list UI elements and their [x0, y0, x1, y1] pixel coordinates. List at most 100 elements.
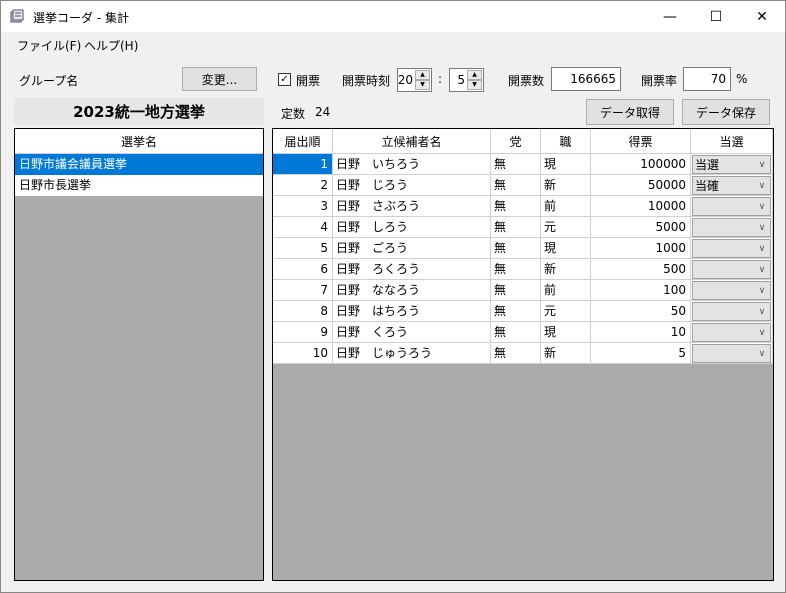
cell-party[interactable]: 無 [491, 196, 541, 217]
cell-votes[interactable]: 5000 [591, 217, 691, 238]
fetch-data-button[interactable]: データ取得 [586, 99, 674, 125]
cell-order[interactable]: 7 [273, 280, 333, 301]
title-bar[interactable]: 選挙コーダ - 集計 — ☐ ✕ [1, 1, 785, 32]
cell-party[interactable]: 無 [491, 322, 541, 343]
cell-party[interactable]: 無 [491, 175, 541, 196]
cell-candidate-name[interactable]: 日野 じろう [333, 175, 491, 196]
cell-party[interactable]: 無 [491, 238, 541, 259]
minute-spinner[interactable]: 5 ▲ ▼ [449, 68, 484, 92]
minute-spin-arrows[interactable]: ▲ ▼ [467, 70, 482, 90]
cell-candidate-name[interactable]: 日野 じゅうろう [333, 343, 491, 364]
menu-help[interactable]: ヘルプ(H) [84, 37, 138, 54]
cell-order[interactable]: 8 [273, 301, 333, 322]
cell-party[interactable]: 無 [491, 217, 541, 238]
count-input[interactable]: 166665 [551, 67, 621, 91]
cell-votes[interactable]: 10 [591, 322, 691, 343]
result-dropdown[interactable]: ∨ [692, 323, 771, 342]
result-dropdown[interactable]: ∨ [692, 344, 771, 363]
hour-spinner[interactable]: 20 ▲ ▼ [397, 68, 432, 92]
cell-party[interactable]: 無 [491, 280, 541, 301]
cell-votes[interactable]: 500 [591, 259, 691, 280]
kaihyo-checkbox[interactable]: ✓ [278, 73, 291, 86]
hour-spin-arrows[interactable]: ▲ ▼ [415, 70, 430, 90]
cell-votes[interactable]: 100000 [591, 154, 691, 175]
election-list-item[interactable]: 日野市議会議員選挙 [15, 154, 263, 175]
result-dropdown[interactable]: ∨ [692, 281, 771, 300]
cell-party[interactable]: 無 [491, 343, 541, 364]
spin-down-icon[interactable]: ▼ [467, 80, 482, 90]
save-data-button[interactable]: データ保存 [682, 99, 770, 125]
cell-status[interactable]: 新 [541, 343, 591, 364]
cell-candidate-name[interactable]: 日野 いちろう [333, 154, 491, 175]
cell-order[interactable]: 5 [273, 238, 333, 259]
cell-order[interactable]: 3 [273, 196, 333, 217]
col-header-name[interactable]: 立候補者名 [333, 129, 491, 154]
cell-status[interactable]: 現 [541, 238, 591, 259]
spin-down-icon[interactable]: ▼ [415, 80, 430, 90]
col-header-party[interactable]: 党 [491, 129, 541, 154]
cell-status[interactable]: 新 [541, 175, 591, 196]
close-button[interactable]: ✕ [739, 1, 785, 32]
cell-order[interactable]: 6 [273, 259, 333, 280]
col-header-order[interactable]: 届出順 [273, 129, 333, 154]
cell-status[interactable]: 新 [541, 259, 591, 280]
cell-party[interactable]: 無 [491, 259, 541, 280]
cell-status[interactable]: 現 [541, 154, 591, 175]
cell-order[interactable]: 1 [273, 154, 333, 175]
result-dropdown[interactable]: 当確 ∨ [692, 176, 771, 195]
chevron-down-icon[interactable]: ∨ [754, 240, 770, 258]
result-dropdown[interactable]: ∨ [692, 218, 771, 237]
election-list-header[interactable]: 選挙名 [15, 129, 263, 154]
chevron-down-icon[interactable]: ∨ [754, 219, 770, 237]
result-dropdown[interactable]: ∨ [692, 197, 771, 216]
col-header-status[interactable]: 職 [541, 129, 591, 154]
candidate-grid[interactable]: 届出順 立候補者名党職得票 当選 1 日野 いちろう無現 100000 当選 ∨ 2 日野 じろう… [272, 128, 774, 581]
cell-candidate-name[interactable]: 日野 くろう [333, 322, 491, 343]
chevron-down-icon[interactable]: ∨ [754, 177, 770, 195]
cell-status[interactable]: 元 [541, 217, 591, 238]
election-list[interactable]: 選挙名 日野市議会議員選挙 日野市長選挙 [14, 128, 264, 581]
cell-status[interactable]: 前 [541, 280, 591, 301]
spin-up-icon[interactable]: ▲ [467, 70, 482, 80]
change-button[interactable]: 変更... [182, 67, 257, 91]
chevron-down-icon[interactable]: ∨ [754, 261, 770, 279]
result-dropdown[interactable]: ∨ [692, 239, 771, 258]
cell-candidate-name[interactable]: 日野 ろくろう [333, 259, 491, 280]
cell-candidate-name[interactable]: 日野 しろう [333, 217, 491, 238]
cell-votes[interactable]: 1000 [591, 238, 691, 259]
col-header-result[interactable]: 当選 [691, 129, 773, 154]
chevron-down-icon[interactable]: ∨ [754, 324, 770, 342]
cell-order[interactable]: 9 [273, 322, 333, 343]
chevron-down-icon[interactable]: ∨ [754, 156, 770, 174]
result-dropdown[interactable]: 当選 ∨ [692, 155, 771, 174]
rate-input[interactable]: 70 [683, 67, 731, 91]
minimize-button[interactable]: — [647, 1, 693, 32]
col-header-votes[interactable]: 得票 [591, 129, 691, 154]
cell-order[interactable]: 4 [273, 217, 333, 238]
cell-votes[interactable]: 50 [591, 301, 691, 322]
cell-status[interactable]: 現 [541, 322, 591, 343]
chevron-down-icon[interactable]: ∨ [754, 303, 770, 321]
chevron-down-icon[interactable]: ∨ [754, 198, 770, 216]
cell-status[interactable]: 前 [541, 196, 591, 217]
result-dropdown[interactable]: ∨ [692, 260, 771, 279]
maximize-button[interactable]: ☐ [693, 1, 739, 32]
cell-votes[interactable]: 10000 [591, 196, 691, 217]
chevron-down-icon[interactable]: ∨ [754, 345, 770, 363]
cell-votes[interactable]: 5 [591, 343, 691, 364]
cell-order[interactable]: 10 [273, 343, 333, 364]
chevron-down-icon[interactable]: ∨ [754, 282, 770, 300]
cell-party[interactable]: 無 [491, 301, 541, 322]
cell-candidate-name[interactable]: 日野 ななろう [333, 280, 491, 301]
cell-votes[interactable]: 50000 [591, 175, 691, 196]
cell-candidate-name[interactable]: 日野 はちろう [333, 301, 491, 322]
cell-order[interactable]: 2 [273, 175, 333, 196]
cell-status[interactable]: 元 [541, 301, 591, 322]
cell-party[interactable]: 無 [491, 154, 541, 175]
menu-file[interactable]: ファイル(F) [17, 37, 81, 54]
result-dropdown[interactable]: ∨ [692, 302, 771, 321]
cell-candidate-name[interactable]: 日野 さぶろう [333, 196, 491, 217]
cell-candidate-name[interactable]: 日野 ごろう [333, 238, 491, 259]
spin-up-icon[interactable]: ▲ [415, 70, 430, 80]
cell-votes[interactable]: 100 [591, 280, 691, 301]
